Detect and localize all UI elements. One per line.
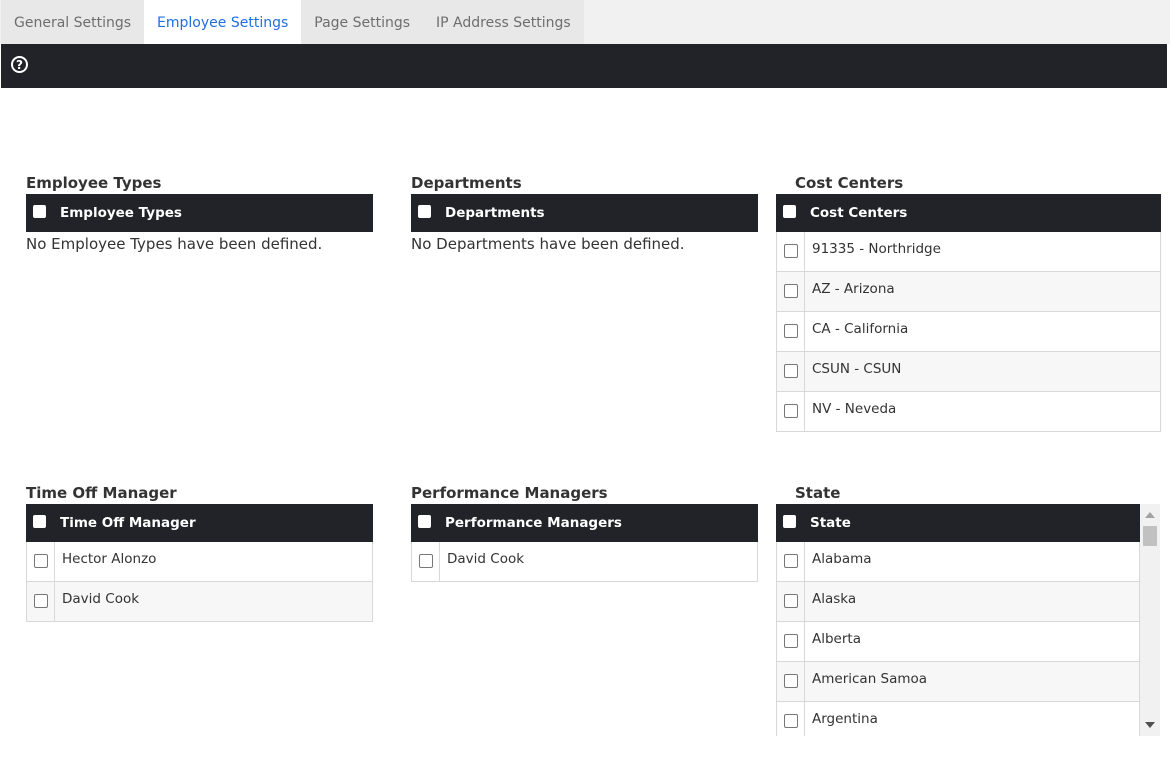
grid-header: Departments — [411, 194, 758, 232]
section-title: Cost Centers — [795, 174, 904, 192]
row-label: David Cook — [62, 591, 140, 607]
column-divider — [804, 662, 805, 701]
select-all-checkbox[interactable] — [33, 205, 46, 218]
list-item[interactable]: AZ - Arizona — [776, 272, 1161, 312]
list-item[interactable]: Alabama — [776, 542, 1140, 582]
column-divider — [804, 582, 805, 621]
tab-page-settings[interactable]: Page Settings — [301, 0, 423, 44]
list-item[interactable]: American Samoa — [776, 662, 1140, 702]
column-divider — [804, 392, 805, 431]
column-divider — [804, 622, 805, 661]
tab-general-settings[interactable]: General Settings — [1, 0, 144, 44]
list-item[interactable]: David Cook — [26, 582, 373, 622]
column-divider — [804, 702, 805, 736]
grid-header: Performance Managers — [411, 504, 758, 542]
list-item[interactable]: Alberta — [776, 622, 1140, 662]
row-checkbox[interactable] — [34, 554, 48, 568]
row-label: 91335 - Northridge — [812, 241, 941, 257]
row-checkbox[interactable] — [784, 594, 798, 608]
row-checkbox[interactable] — [784, 554, 798, 568]
question-circle-icon[interactable]: ? — [11, 56, 28, 73]
list-item[interactable]: CSUN - CSUN — [776, 352, 1161, 392]
column-divider — [804, 542, 805, 581]
row-checkbox[interactable] — [784, 364, 798, 378]
empty-message: No Employee Types have been defined. — [26, 235, 323, 253]
row-label: Alabama — [812, 551, 872, 567]
grid-header: State — [776, 504, 1140, 542]
state-list: Alabama Alaska Alberta American Samoa Ar… — [776, 542, 1140, 736]
section-title: Performance Managers — [411, 484, 608, 502]
row-label: Argentina — [812, 711, 878, 727]
section-title: Employee Types — [26, 174, 162, 192]
row-label: Alaska — [812, 591, 857, 607]
help-toolbar: ? — [1, 44, 1167, 88]
list-item[interactable]: Hector Alonzo — [26, 542, 373, 582]
section-title: Time Off Manager — [26, 484, 177, 502]
row-label: CSUN - CSUN — [812, 361, 902, 377]
list-item[interactable]: Argentina — [776, 702, 1140, 736]
list-item[interactable]: CA - California — [776, 312, 1161, 352]
empty-message: No Departments have been defined. — [411, 235, 685, 253]
select-all-checkbox[interactable] — [418, 205, 431, 218]
column-header: Cost Centers — [810, 205, 908, 221]
vertical-scrollbar[interactable] — [1140, 504, 1160, 736]
state-scroll-container[interactable]: State Alabama Alaska Alberta American Sa… — [776, 504, 1160, 736]
row-label: NV - Neveda — [812, 401, 897, 417]
list-item[interactable]: NV - Neveda — [776, 392, 1161, 432]
column-divider — [54, 542, 55, 581]
performance-managers-list: David Cook — [411, 542, 758, 582]
column-divider — [804, 272, 805, 311]
row-checkbox[interactable] — [419, 554, 433, 568]
column-header: Time Off Manager — [60, 515, 196, 531]
cost-centers-list: 91335 - Northridge AZ - Arizona CA - Cal… — [776, 232, 1161, 432]
section-title: State — [795, 484, 841, 502]
row-checkbox[interactable] — [784, 714, 798, 728]
column-header: Employee Types — [60, 205, 182, 221]
row-checkbox[interactable] — [784, 404, 798, 418]
column-header: State — [810, 515, 851, 531]
row-label: Alberta — [812, 631, 861, 647]
row-checkbox[interactable] — [34, 594, 48, 608]
tab-employee-settings[interactable]: Employee Settings — [144, 0, 302, 44]
select-all-checkbox[interactable] — [33, 515, 46, 528]
section-title: Departments — [411, 174, 522, 192]
scroll-down-arrow-icon[interactable] — [1145, 722, 1155, 728]
scrollbar-thumb[interactable] — [1143, 526, 1157, 546]
row-label: AZ - Arizona — [812, 281, 895, 297]
select-all-checkbox[interactable] — [783, 205, 796, 218]
column-divider — [439, 542, 440, 581]
row-label: Hector Alonzo — [62, 551, 157, 567]
column-divider — [804, 312, 805, 351]
tab-ip-address-settings[interactable]: IP Address Settings — [423, 0, 584, 44]
row-checkbox[interactable] — [784, 324, 798, 338]
column-divider — [804, 232, 805, 271]
tab-strip: General Settings Employee Settings Page … — [1, 0, 584, 44]
list-item[interactable]: 91335 - Northridge — [776, 232, 1161, 272]
column-header: Departments — [445, 205, 545, 221]
scroll-up-arrow-icon[interactable] — [1145, 512, 1155, 518]
row-checkbox[interactable] — [784, 634, 798, 648]
list-item[interactable]: Alaska — [776, 582, 1140, 622]
time-off-manager-list: Hector Alonzo David Cook — [26, 542, 373, 622]
settings-tab-bar: General Settings Employee Settings Page … — [0, 0, 1170, 44]
column-divider — [804, 352, 805, 391]
row-label: American Samoa — [812, 671, 928, 687]
row-label: CA - California — [812, 321, 909, 337]
select-all-checkbox[interactable] — [418, 515, 431, 528]
grid-header: Time Off Manager — [26, 504, 373, 542]
column-header: Performance Managers — [445, 515, 622, 531]
select-all-checkbox[interactable] — [783, 515, 796, 528]
row-checkbox[interactable] — [784, 674, 798, 688]
list-item[interactable]: David Cook — [411, 542, 758, 582]
grid-header: Cost Centers — [776, 194, 1161, 232]
row-label: David Cook — [447, 551, 525, 567]
grid-header: Employee Types — [26, 194, 373, 232]
row-checkbox[interactable] — [784, 284, 798, 298]
column-divider — [54, 582, 55, 621]
row-checkbox[interactable] — [784, 244, 798, 258]
